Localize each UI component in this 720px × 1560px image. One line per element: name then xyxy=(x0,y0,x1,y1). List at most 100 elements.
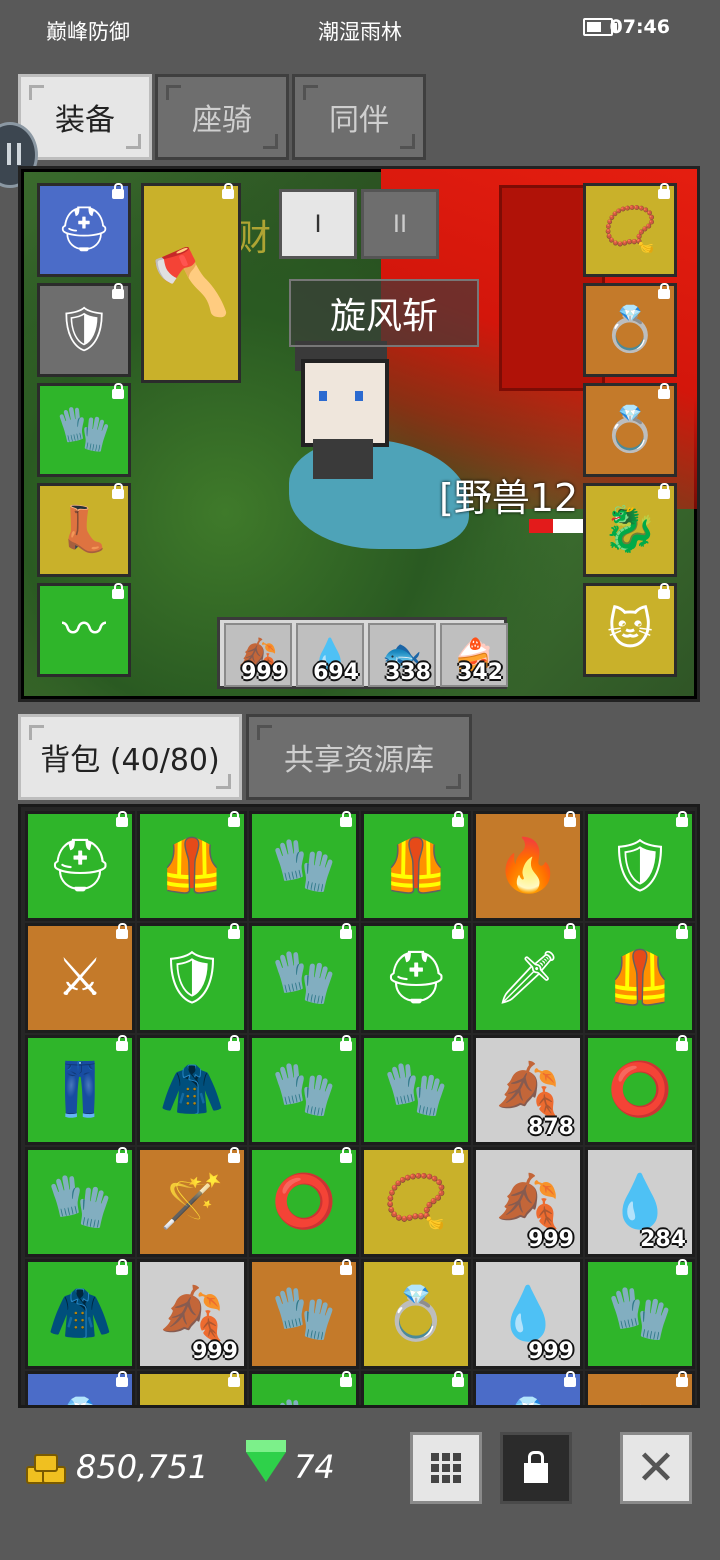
inventory-grid: ⛑ 🦺 🧤 🦺 🔥 🛡 ⚔ 🛡 🧤 ⛑ 🗡 🦺 👖 🧥 🧤 🧤 🍂 878 ⭕ 🧤 🪄 ⭕ 📿 🍂 999 💧 284 🧥 🍂 999 🧤 💍… xyxy=(18,804,700,1408)
tab-shared-storage[interactable]: 共享资源库 xyxy=(246,714,472,800)
mode-button-1-label: I xyxy=(314,210,322,238)
close-button[interactable]: ✕ xyxy=(620,1432,692,1504)
mode-button-2[interactable]: II xyxy=(361,189,439,259)
lock-icon xyxy=(228,811,240,827)
lock-icon xyxy=(340,811,352,827)
equip-slot-ring-1[interactable]: 💍 xyxy=(583,283,677,377)
inventory-slot[interactable]: ⛑ xyxy=(25,811,135,921)
lock-icon xyxy=(228,1147,240,1163)
lock-icon xyxy=(340,1259,352,1275)
lock-icon xyxy=(112,383,124,399)
belt-icon: ⭕ xyxy=(271,1172,337,1232)
tab-equipment[interactable]: 装备 xyxy=(18,74,152,160)
inventory-slot[interactable]: ✦ xyxy=(585,1371,695,1405)
inventory-slot[interactable]: 🧤 xyxy=(361,1035,471,1145)
inventory-slot[interactable]: 🪄 xyxy=(137,1147,247,1257)
inventory-slot[interactable]: 🦺 xyxy=(361,811,471,921)
inventory-slot[interactable]: 🧤 xyxy=(249,1259,359,1369)
inventory-slot[interactable]: 💧 284 xyxy=(585,1147,695,1257)
close-icon: ✕ xyxy=(635,1440,677,1496)
clock: 07:46 xyxy=(609,16,670,38)
inventory-slot[interactable]: ⛑ xyxy=(361,923,471,1033)
equip-slot-armor[interactable]: 🛡 xyxy=(37,283,131,377)
inventory-slot[interactable]: 🔥 xyxy=(473,811,583,921)
lock-icon xyxy=(228,1371,240,1387)
sort-grid-button[interactable] xyxy=(410,1432,482,1504)
inventory-slot[interactable]: 🧥 xyxy=(25,1259,135,1369)
inventory-slot[interactable]: 📿 xyxy=(361,1147,471,1257)
inventory-slot[interactable]: 🧥 xyxy=(137,1035,247,1145)
glove-icon: 🧤 xyxy=(56,404,112,455)
inventory-slot[interactable]: 🗡 xyxy=(473,923,583,1033)
lock-icon xyxy=(228,923,240,939)
equip-slot-helmet[interactable]: ⛑ xyxy=(37,183,131,277)
glove-icon: 🧤 xyxy=(271,948,337,1008)
inventory-slot[interactable]: 🛡 xyxy=(585,811,695,921)
inventory-slot[interactable]: 🧤 xyxy=(25,1147,135,1257)
mode-button-2-label: II xyxy=(392,210,408,238)
skill-name-label: 旋风斩 xyxy=(289,279,479,347)
chest-armor-icon: 🧥 xyxy=(159,1060,225,1120)
equip-slot-boots[interactable]: 👢 xyxy=(37,483,131,577)
tab-mount[interactable]: 座骑 xyxy=(155,74,289,160)
chest-armor-icon: 🛡 xyxy=(606,836,673,896)
quickbar-slot[interactable]: 🐟 338 xyxy=(368,623,436,687)
lock-icon xyxy=(658,283,670,299)
inventory-slot[interactable]: 🍂 999 xyxy=(473,1147,583,1257)
quickbar-slot[interactable]: 🍂 999 xyxy=(224,623,292,687)
quickbar-slot[interactable]: 💧 694 xyxy=(296,623,364,687)
equip-slot-ring-2[interactable]: 💍 xyxy=(583,383,677,477)
item-count: 999 xyxy=(528,1227,574,1252)
inventory-slot[interactable]: 🧤 xyxy=(249,811,359,921)
item-count: 284 xyxy=(640,1227,686,1252)
lock-icon xyxy=(676,1035,688,1051)
mode-button-1[interactable]: I xyxy=(279,189,357,259)
inventory-slot[interactable]: ⚔ xyxy=(137,1371,247,1405)
tab-backpack[interactable]: 背包 (40/80) xyxy=(18,714,242,800)
inventory-slot[interactable]: 🧤 xyxy=(249,1035,359,1145)
tab-companion[interactable]: 同伴 xyxy=(292,74,426,160)
glove-icon: 🧤 xyxy=(47,1172,113,1232)
equip-slot-pet[interactable]: 🐱 xyxy=(583,583,677,677)
inventory-slot[interactable]: ⭕ xyxy=(585,1035,695,1145)
inventory-slot[interactable]: 💍 xyxy=(473,1371,583,1405)
inventory-slot[interactable]: 🧤 xyxy=(585,1259,695,1369)
inventory-slot[interactable]: 👖 xyxy=(25,1035,135,1145)
necklace-icon: 📿 xyxy=(383,1172,449,1232)
lock-icon xyxy=(452,1371,464,1387)
glove-icon: 🧤 xyxy=(271,1284,337,1344)
equip-slot-belt[interactable]: 〰 xyxy=(37,583,131,677)
inventory-slot[interactable]: 💍 xyxy=(25,1371,135,1405)
inventory-slot[interactable]: ⭕ xyxy=(249,1147,359,1257)
inventory-slot[interactable]: 🧤 xyxy=(249,923,359,1033)
lock-icon xyxy=(658,483,670,499)
inventory-slot[interactable]: ▪ xyxy=(361,1371,471,1405)
item-count: 342 xyxy=(457,660,503,685)
helmet-icon: ⛑ xyxy=(56,204,112,255)
inventory-slot[interactable]: 🧤 xyxy=(249,1371,359,1405)
inventory-slot[interactable]: 🦺 xyxy=(137,811,247,921)
inventory-slot[interactable]: ⚔ xyxy=(25,923,135,1033)
lock-mode-button[interactable] xyxy=(500,1432,572,1504)
ring-icon: 💍 xyxy=(383,1284,449,1344)
lock-icon xyxy=(452,1147,464,1163)
lock-icon xyxy=(676,811,688,827)
inventory-slot[interactable]: 🍂 999 xyxy=(137,1259,247,1369)
inventory-slot[interactable]: 💍 xyxy=(361,1259,471,1369)
lock-icon xyxy=(658,383,670,399)
inventory-slot[interactable]: 🛡 xyxy=(137,923,247,1033)
lock-icon xyxy=(112,483,124,499)
player-character xyxy=(271,339,481,569)
inventory-slot[interactable]: 🍂 878 xyxy=(473,1035,583,1145)
equip-slot-gloves[interactable]: 🧤 xyxy=(37,383,131,477)
inventory-slot[interactable]: 🦺 xyxy=(585,923,695,1033)
inventory-slot[interactable]: 💧 999 xyxy=(473,1259,583,1369)
equip-slot-mount-card[interactable]: 🐉 xyxy=(583,483,677,577)
equip-slot-necklace[interactable]: 📿 xyxy=(583,183,677,277)
lock-icon xyxy=(116,1371,128,1387)
equip-slot-weapon[interactable]: 🪓 xyxy=(141,183,241,383)
lock-icon xyxy=(340,1035,352,1051)
gold-icon xyxy=(24,1450,66,1486)
tab-mount-label: 座骑 xyxy=(192,103,252,138)
quickbar-slot[interactable]: 🍰 342 xyxy=(440,623,508,687)
